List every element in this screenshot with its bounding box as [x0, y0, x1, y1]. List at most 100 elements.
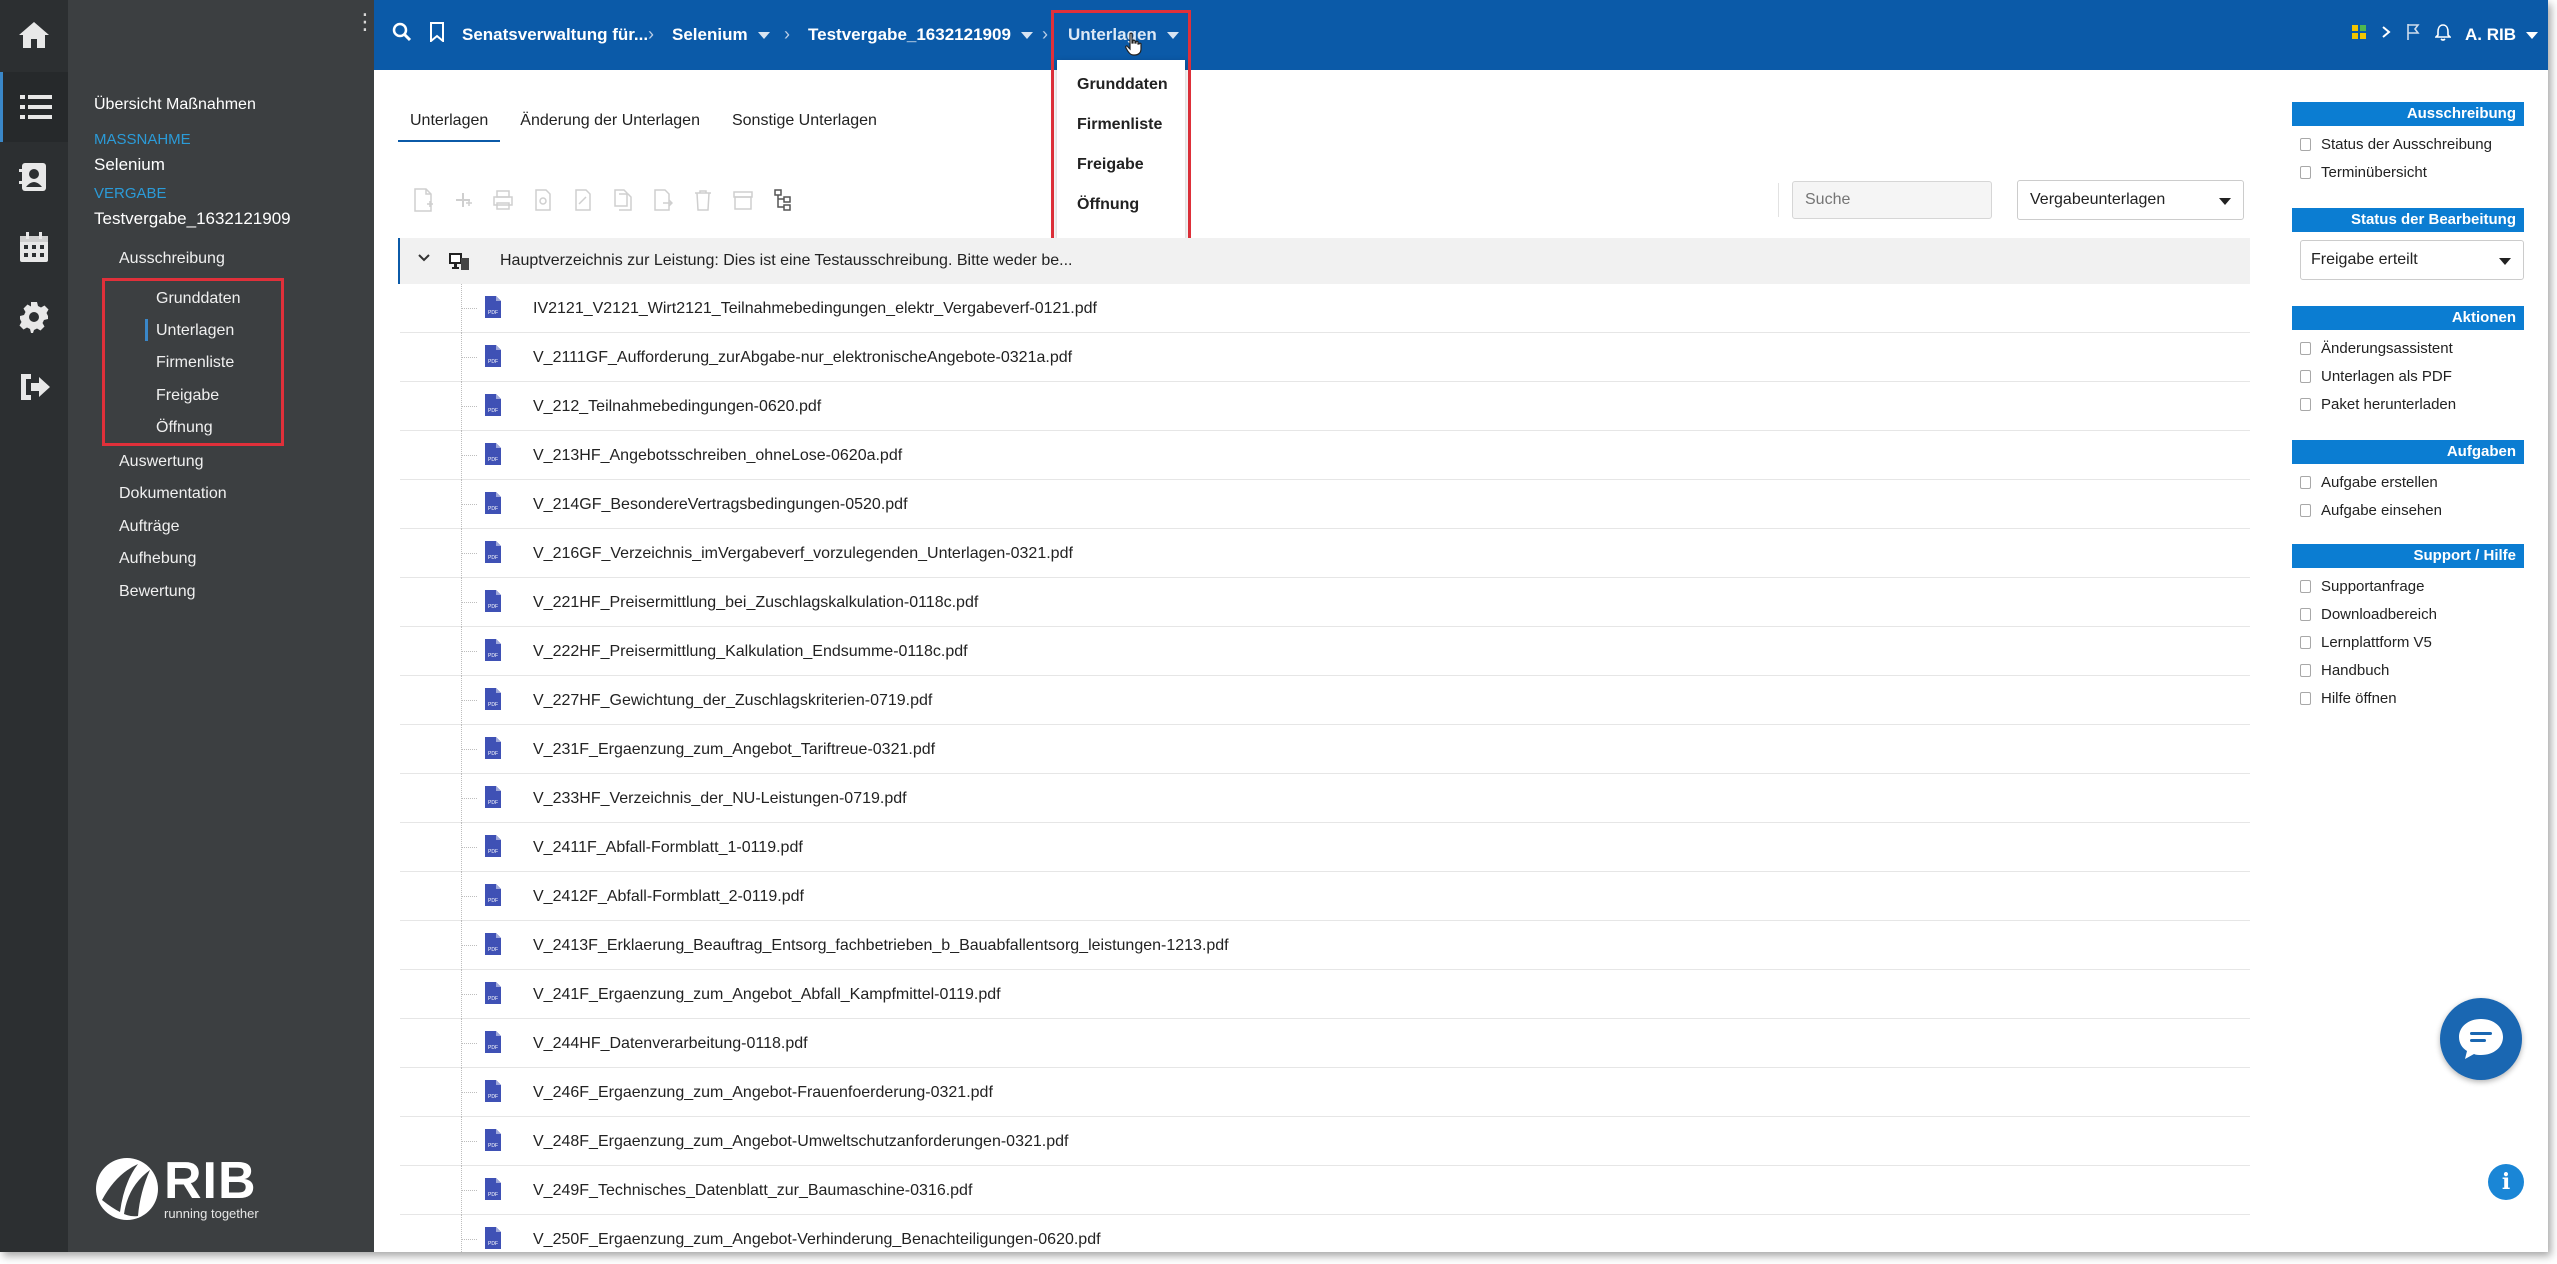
apps-icon[interactable] — [2351, 24, 2367, 45]
file-row[interactable]: PDF V_248F_Ergaenzung_zum_Angebot-Umwelts… — [400, 1117, 2250, 1166]
nav-item-bewertung[interactable]: Bewertung — [119, 583, 196, 601]
sidebar-link-downloadbereich[interactable]: Downloadbereich — [2292, 606, 2437, 623]
flag-icon[interactable] — [2405, 23, 2421, 46]
nav-subitem-unterlagen[interactable]: Unterlagen — [144, 319, 234, 341]
chevron-down-icon[interactable] — [416, 250, 432, 271]
nav-item-aufhebung[interactable]: Aufhebung — [119, 550, 196, 568]
sidebar-link-aufgabe-einsehen[interactable]: Aufgabe einsehen — [2292, 502, 2442, 519]
sidebar-link-status-ausschreibung[interactable]: Status der Ausschreibung — [2292, 136, 2492, 153]
vergabe-value[interactable]: Testvergabe_1632121909 — [94, 209, 291, 229]
svg-text:PDF: PDF — [488, 359, 498, 365]
pdf-file-icon: PDF — [484, 932, 502, 961]
file-row[interactable]: PDF V_2412F_Abfall-Formblatt_2-0119.pdf — [400, 872, 2250, 921]
sidebar-heading-aufgaben: Aufgaben — [2292, 440, 2524, 464]
tab-sonstige-unterlagen[interactable]: Sonstige Unterlagen — [720, 98, 889, 142]
more-options-icon[interactable]: ⋮ — [354, 11, 376, 33]
file-row[interactable]: PDF V_213HF_Angebotsschreiben_ohneLose-06… — [400, 431, 2250, 480]
nav-item-dokumentation[interactable]: Dokumentation — [119, 485, 227, 503]
file-row[interactable]: PDF V_2413F_Erklaerung_Beauftrag_Entsorg_… — [400, 921, 2250, 970]
svg-text:PDF: PDF — [488, 408, 498, 414]
nav-subitem-freigabe[interactable]: Freigabe — [156, 387, 219, 405]
file-row[interactable]: PDF V_244HF_Datenverarbeitung-0118.pdf — [400, 1019, 2250, 1068]
breadcrumb-senatsverwaltung[interactable]: Senatsverwaltung für... — [462, 25, 648, 45]
logo-tagline: running together — [164, 1205, 259, 1221]
file-row[interactable]: PDF V_246F_Ergaenzung_zum_Angebot-Frauenf… — [400, 1068, 2250, 1117]
file-name: V_241F_Ergaenzung_zum_Angebot_Abfall_Kam… — [533, 986, 1001, 1003]
tree-connector — [461, 602, 477, 603]
sidebar-link-handbuch[interactable]: Handbuch — [2292, 662, 2389, 679]
breadcrumb-selenium[interactable]: Selenium — [672, 25, 770, 45]
print-icon[interactable] — [490, 186, 515, 214]
copy-icon[interactable] — [610, 186, 635, 214]
chat-button[interactable] — [2440, 998, 2522, 1080]
user-menu[interactable]: A. RIB — [2465, 25, 2538, 45]
contact-icon[interactable] — [0, 142, 68, 212]
sidebar-link-unterlagen-pdf[interactable]: Unterlagen als PDF — [2292, 368, 2452, 385]
nav-item-auswertung[interactable]: Auswertung — [119, 453, 204, 471]
home-icon[interactable] — [0, 0, 68, 70]
nav-subitem-grunddaten[interactable]: Grunddaten — [156, 290, 241, 308]
menu-item-oeffnung[interactable]: Öffnung — [1077, 196, 1139, 214]
bell-icon[interactable] — [2434, 23, 2452, 46]
file-row[interactable]: PDF V_231F_Ergaenzung_zum_Angebot_Tariftr… — [400, 725, 2250, 774]
file-row[interactable]: PDF V_221HF_Preisermittlung_bei_Zuschlags… — [400, 578, 2250, 627]
checkbox-icon — [2300, 398, 2311, 411]
file-row[interactable]: PDF V_233HF_Verzeichnis_der_NU-Leistungen… — [400, 774, 2250, 823]
document-icon[interactable] — [530, 186, 555, 214]
massnahme-value[interactable]: Selenium — [94, 155, 165, 175]
search-input[interactable] — [1792, 181, 1992, 219]
tab-aenderung-der-unterlagen[interactable]: Änderung der Unterlagen — [508, 98, 712, 142]
add-icon[interactable] — [450, 186, 475, 214]
list-icon[interactable] — [0, 72, 68, 142]
sidebar-link-aufgabe-erstellen[interactable]: Aufgabe erstellen — [2292, 474, 2438, 491]
new-document-icon[interactable] — [410, 186, 435, 214]
file-row[interactable]: PDF V_214GF_BesondereVertragsbedingungen-… — [400, 480, 2250, 529]
checkbox-icon — [2300, 608, 2311, 621]
file-row[interactable]: PDF V_250F_Ergaenzung_zum_Angebot-Verhind… — [400, 1215, 2250, 1252]
breadcrumb-testvergabe[interactable]: Testvergabe_1632121909 — [808, 25, 1033, 45]
gear-icon[interactable] — [0, 282, 68, 352]
menu-item-grunddaten[interactable]: Grunddaten — [1077, 76, 1168, 94]
file-row[interactable]: PDF V_2111GF_Aufforderung_zurAbgabe-nur_e… — [400, 333, 2250, 382]
overview-link[interactable]: Übersicht Maßnahmen — [94, 96, 256, 114]
nav-item-auftraege[interactable]: Aufträge — [119, 518, 179, 536]
file-row[interactable]: PDF V_241F_Ergaenzung_zum_Angebot_Abfall_… — [400, 970, 2250, 1019]
logout-icon[interactable] — [0, 352, 68, 422]
document-type-select[interactable]: Vergabeunterlagen — [2017, 180, 2244, 220]
status-select-value: Freigabe erteilt — [2311, 251, 2418, 268]
sidebar-link-paket-herunterladen[interactable]: Paket herunterladen — [2292, 396, 2456, 413]
tree-connector — [461, 504, 477, 505]
nav-subitem-firmenliste[interactable]: Firmenliste — [156, 354, 234, 372]
file-row[interactable]: PDF V_249F_Technisches_Datenblatt_zur_Bau… — [400, 1166, 2250, 1215]
file-row[interactable]: PDF V_212_Teilnahmebedingungen-0620.pdf — [400, 382, 2250, 431]
file-row[interactable]: PDF V_216GF_Verzeichnis_imVergabeverf_vor… — [400, 529, 2250, 578]
sidebar-link-supportanfrage[interactable]: Supportanfrage — [2292, 578, 2424, 595]
sidebar-link-lernplattform[interactable]: Lernplattform V5 — [2292, 634, 2432, 651]
search-icon[interactable] — [392, 22, 412, 47]
file-row[interactable]: PDF V_2411F_Abfall-Formblatt_1-0119.pdf — [400, 823, 2250, 872]
tree-structure-icon[interactable] — [770, 186, 795, 214]
trash-icon[interactable] — [690, 186, 715, 214]
nav-subitem-oeffnung[interactable]: Öffnung — [156, 419, 213, 437]
menu-item-firmenliste[interactable]: Firmenliste — [1077, 116, 1162, 134]
sidebar-link-hilfe-oeffnen[interactable]: Hilfe öffnen — [2292, 690, 2397, 707]
chevron-right-icon[interactable] — [2381, 25, 2391, 44]
tree-root-folder[interactable]: Hauptverzeichnis zur Leistung: Dies ist … — [398, 238, 2250, 284]
file-row[interactable]: PDF V_227HF_Gewichtung_der_Zuschlagskrite… — [400, 676, 2250, 725]
calendar-icon[interactable] — [0, 212, 68, 282]
checkbox-icon — [2300, 664, 2311, 677]
archive-icon[interactable] — [730, 186, 755, 214]
document-edit-icon[interactable] — [570, 186, 595, 214]
sidebar-link-aenderungsassistent[interactable]: Änderungsassistent — [2292, 340, 2453, 357]
sidebar-link-terminuebersicht[interactable]: Terminübersicht — [2292, 164, 2427, 181]
nav-item-ausschreibung[interactable]: Ausschreibung — [119, 250, 225, 268]
bookmark-icon[interactable] — [429, 22, 445, 47]
info-button[interactable]: i — [2488, 1164, 2524, 1200]
tree-connector — [461, 1190, 477, 1191]
file-row[interactable]: PDF V_222HF_Preisermittlung_Kalkulation_E… — [400, 627, 2250, 676]
menu-item-freigabe[interactable]: Freigabe — [1077, 156, 1144, 174]
tab-unterlagen[interactable]: Unterlagen — [398, 98, 501, 142]
move-document-icon[interactable] — [650, 186, 675, 214]
status-select[interactable]: Freigabe erteilt — [2300, 240, 2524, 280]
file-row[interactable]: PDF IV2121_V2121_Wirt2121_Teilnahmebeding… — [400, 284, 2250, 333]
